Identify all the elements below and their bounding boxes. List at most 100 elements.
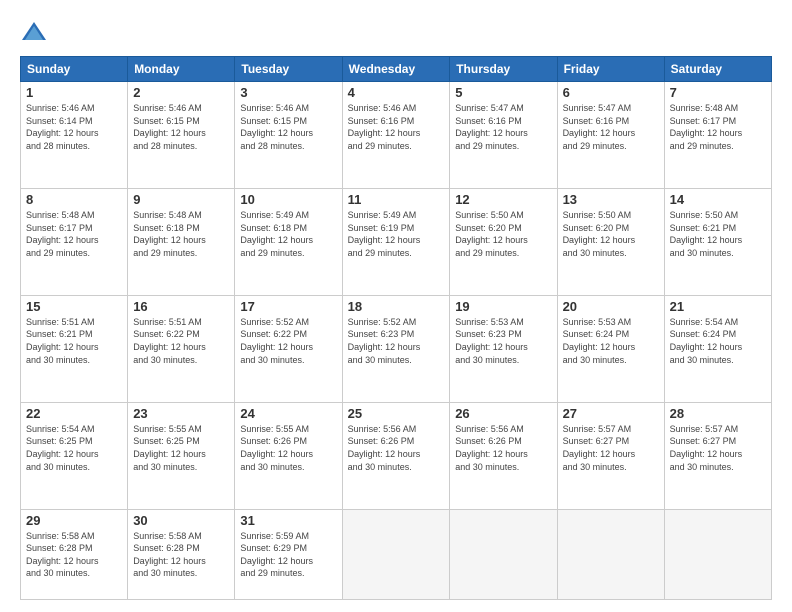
- day-number: 27: [563, 406, 659, 421]
- day-number: 16: [133, 299, 229, 314]
- day-number: 3: [240, 85, 336, 100]
- day-number: 30: [133, 513, 229, 528]
- day-info: Sunrise: 5:56 AM Sunset: 6:26 PM Dayligh…: [455, 423, 551, 473]
- day-info: Sunrise: 5:57 AM Sunset: 6:27 PM Dayligh…: [563, 423, 659, 473]
- day-cell: 23 Sunrise: 5:55 AM Sunset: 6:25 PM Dayli…: [128, 402, 235, 509]
- day-info: Sunrise: 5:58 AM Sunset: 6:28 PM Dayligh…: [26, 530, 122, 580]
- day-info: Sunrise: 5:54 AM Sunset: 6:25 PM Dayligh…: [26, 423, 122, 473]
- day-number: 31: [240, 513, 336, 528]
- day-number: 5: [455, 85, 551, 100]
- day-info: Sunrise: 5:46 AM Sunset: 6:15 PM Dayligh…: [133, 102, 229, 152]
- day-info: Sunrise: 5:55 AM Sunset: 6:25 PM Dayligh…: [133, 423, 229, 473]
- day-info: Sunrise: 5:59 AM Sunset: 6:29 PM Dayligh…: [240, 530, 336, 580]
- day-cell: 16 Sunrise: 5:51 AM Sunset: 6:22 PM Dayli…: [128, 295, 235, 402]
- day-cell: 11Sunrise: 5:49 AM Sunset: 6:19 PM Dayli…: [342, 188, 450, 295]
- day-info: Sunrise: 5:50 AM Sunset: 6:20 PM Dayligh…: [563, 209, 659, 259]
- day-info: Sunrise: 5:50 AM Sunset: 6:20 PM Dayligh…: [455, 209, 551, 259]
- day-number: 19: [455, 299, 551, 314]
- week-row-5: 29 Sunrise: 5:58 AM Sunset: 6:28 PM Dayli…: [21, 509, 772, 599]
- header-thursday: Thursday: [450, 57, 557, 82]
- day-number: 9: [133, 192, 229, 207]
- day-cell: 27 Sunrise: 5:57 AM Sunset: 6:27 PM Dayli…: [557, 402, 664, 509]
- day-number: 25: [348, 406, 445, 421]
- day-number: 7: [670, 85, 766, 100]
- day-cell: 3 Sunrise: 5:46 AM Sunset: 6:15 PM Daylig…: [235, 82, 342, 189]
- day-info: Sunrise: 5:46 AM Sunset: 6:15 PM Dayligh…: [240, 102, 336, 152]
- day-info: Sunrise: 5:49 AM Sunset: 6:18 PM Dayligh…: [240, 209, 336, 259]
- day-cell: 7 Sunrise: 5:48 AM Sunset: 6:17 PM Daylig…: [664, 82, 771, 189]
- week-row-4: 22 Sunrise: 5:54 AM Sunset: 6:25 PM Dayli…: [21, 402, 772, 509]
- week-row-3: 15 Sunrise: 5:51 AM Sunset: 6:21 PM Dayli…: [21, 295, 772, 402]
- day-cell: 5 Sunrise: 5:47 AM Sunset: 6:16 PM Daylig…: [450, 82, 557, 189]
- day-info: Sunrise: 5:47 AM Sunset: 6:16 PM Dayligh…: [563, 102, 659, 152]
- day-info: Sunrise: 5:48 AM Sunset: 6:18 PM Dayligh…: [133, 209, 229, 259]
- day-cell: 19 Sunrise: 5:53 AM Sunset: 6:23 PM Dayli…: [450, 295, 557, 402]
- day-cell: 28 Sunrise: 5:57 AM Sunset: 6:27 PM Dayli…: [664, 402, 771, 509]
- day-number: 12: [455, 192, 551, 207]
- day-cell: 26 Sunrise: 5:56 AM Sunset: 6:26 PM Dayli…: [450, 402, 557, 509]
- day-number: 2: [133, 85, 229, 100]
- day-info: Sunrise: 5:53 AM Sunset: 6:24 PM Dayligh…: [563, 316, 659, 366]
- logo-icon: [20, 18, 48, 46]
- day-info: Sunrise: 5:51 AM Sunset: 6:21 PM Dayligh…: [26, 316, 122, 366]
- day-cell: 1 Sunrise: 5:46 AM Sunset: 6:14 PM Daylig…: [21, 82, 128, 189]
- header-friday: Friday: [557, 57, 664, 82]
- day-info: Sunrise: 5:51 AM Sunset: 6:22 PM Dayligh…: [133, 316, 229, 366]
- day-info: Sunrise: 5:55 AM Sunset: 6:26 PM Dayligh…: [240, 423, 336, 473]
- day-info: Sunrise: 5:49 AM Sunset: 6:19 PM Dayligh…: [348, 209, 445, 259]
- day-cell: 22 Sunrise: 5:54 AM Sunset: 6:25 PM Dayli…: [21, 402, 128, 509]
- calendar: SundayMondayTuesdayWednesdayThursdayFrid…: [20, 56, 772, 600]
- day-cell: 29 Sunrise: 5:58 AM Sunset: 6:28 PM Dayli…: [21, 509, 128, 599]
- day-number: 26: [455, 406, 551, 421]
- day-number: 6: [563, 85, 659, 100]
- day-info: Sunrise: 5:58 AM Sunset: 6:28 PM Dayligh…: [133, 530, 229, 580]
- day-cell: 6 Sunrise: 5:47 AM Sunset: 6:16 PM Daylig…: [557, 82, 664, 189]
- day-number: 28: [670, 406, 766, 421]
- day-cell: [342, 509, 450, 599]
- day-number: 22: [26, 406, 122, 421]
- day-number: 14: [670, 192, 766, 207]
- day-cell: [450, 509, 557, 599]
- day-cell: [664, 509, 771, 599]
- day-info: Sunrise: 5:57 AM Sunset: 6:27 PM Dayligh…: [670, 423, 766, 473]
- day-cell: 21Sunrise: 5:54 AM Sunset: 6:24 PM Dayli…: [664, 295, 771, 402]
- day-number: 29: [26, 513, 122, 528]
- day-number: 23: [133, 406, 229, 421]
- day-cell: [557, 509, 664, 599]
- day-info: Sunrise: 5:48 AM Sunset: 6:17 PM Dayligh…: [670, 102, 766, 152]
- day-cell: 15 Sunrise: 5:51 AM Sunset: 6:21 PM Dayli…: [21, 295, 128, 402]
- header-tuesday: Tuesday: [235, 57, 342, 82]
- day-info: Sunrise: 5:56 AM Sunset: 6:26 PM Dayligh…: [348, 423, 445, 473]
- day-cell: 20Sunrise: 5:53 AM Sunset: 6:24 PM Dayli…: [557, 295, 664, 402]
- day-cell: 9 Sunrise: 5:48 AM Sunset: 6:18 PM Daylig…: [128, 188, 235, 295]
- day-info: Sunrise: 5:48 AM Sunset: 6:17 PM Dayligh…: [26, 209, 122, 259]
- day-number: 18: [348, 299, 445, 314]
- day-cell: 18 Sunrise: 5:52 AM Sunset: 6:23 PM Dayli…: [342, 295, 450, 402]
- day-info: Sunrise: 5:53 AM Sunset: 6:23 PM Dayligh…: [455, 316, 551, 366]
- header-sunday: Sunday: [21, 57, 128, 82]
- day-info: Sunrise: 5:47 AM Sunset: 6:16 PM Dayligh…: [455, 102, 551, 152]
- header-monday: Monday: [128, 57, 235, 82]
- day-info: Sunrise: 5:50 AM Sunset: 6:21 PM Dayligh…: [670, 209, 766, 259]
- day-number: 17: [240, 299, 336, 314]
- day-info: Sunrise: 5:46 AM Sunset: 6:14 PM Dayligh…: [26, 102, 122, 152]
- day-cell: 8 Sunrise: 5:48 AM Sunset: 6:17 PM Daylig…: [21, 188, 128, 295]
- header-saturday: Saturday: [664, 57, 771, 82]
- day-number: 10: [240, 192, 336, 207]
- day-cell: 31 Sunrise: 5:59 AM Sunset: 6:29 PM Dayli…: [235, 509, 342, 599]
- header-wednesday: Wednesday: [342, 57, 450, 82]
- day-number: 21: [670, 299, 766, 314]
- day-number: 8: [26, 192, 122, 207]
- day-number: 13: [563, 192, 659, 207]
- week-row-2: 8 Sunrise: 5:48 AM Sunset: 6:17 PM Daylig…: [21, 188, 772, 295]
- day-number: 24: [240, 406, 336, 421]
- day-number: 15: [26, 299, 122, 314]
- day-info: Sunrise: 5:52 AM Sunset: 6:22 PM Dayligh…: [240, 316, 336, 366]
- day-cell: 25 Sunrise: 5:56 AM Sunset: 6:26 PM Dayli…: [342, 402, 450, 509]
- logo: [20, 18, 52, 46]
- day-cell: 17 Sunrise: 5:52 AM Sunset: 6:22 PM Dayli…: [235, 295, 342, 402]
- day-cell: 24 Sunrise: 5:55 AM Sunset: 6:26 PM Dayli…: [235, 402, 342, 509]
- day-cell: 10 Sunrise: 5:49 AM Sunset: 6:18 PM Dayli…: [235, 188, 342, 295]
- day-number: 1: [26, 85, 122, 100]
- day-info: Sunrise: 5:52 AM Sunset: 6:23 PM Dayligh…: [348, 316, 445, 366]
